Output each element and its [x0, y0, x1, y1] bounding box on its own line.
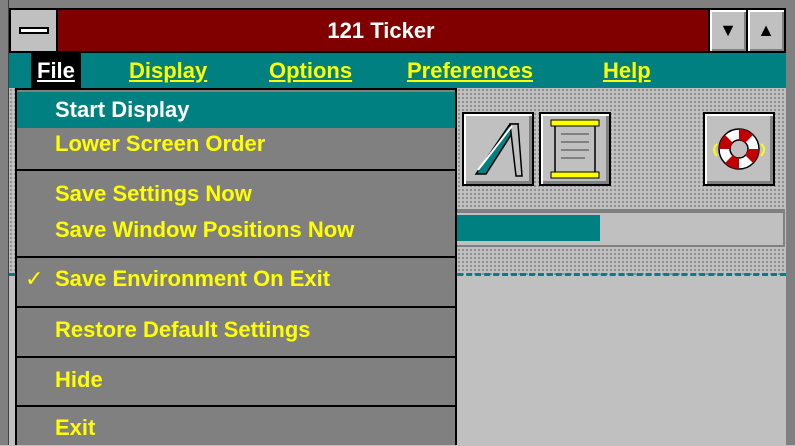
- menu-item-save-window-positions-now[interactable]: Save Window Positions Now: [17, 212, 455, 248]
- system-menu-button[interactable]: [11, 10, 58, 51]
- menu-separator: [17, 356, 455, 358]
- menu-item-exit[interactable]: Exit: [17, 410, 455, 446]
- menu-item-label: Save Environment On Exit: [55, 266, 331, 291]
- menu-separator: [17, 169, 455, 171]
- minimize-arrow-icon: ▼: [719, 20, 737, 40]
- window-frame-right[interactable]: [786, 0, 795, 445]
- file-menu-dropdown: Start Display Lower Screen Order Save Se…: [15, 88, 457, 445]
- window-frame-top: [0, 0, 795, 8]
- maximize-button[interactable]: ▲: [746, 10, 784, 51]
- menu-bar: File Display Options Preferences Help: [9, 53, 786, 88]
- system-menu-icon: [19, 27, 49, 34]
- scroll-button[interactable]: [539, 112, 611, 186]
- help-lifebuoy-button[interactable]: [703, 112, 775, 186]
- slide-icon: [474, 123, 523, 177]
- ticker-progress-bar: [449, 209, 785, 247]
- checkmark-icon: ✓: [25, 266, 44, 291]
- menu-help[interactable]: Help: [597, 53, 657, 88]
- menu-item-save-settings-now[interactable]: Save Settings Now: [17, 176, 455, 212]
- menu-item-start-display[interactable]: Start Display: [17, 92, 455, 128]
- menu-preferences[interactable]: Preferences: [401, 53, 539, 88]
- menu-file[interactable]: File: [31, 53, 81, 88]
- window-title: 121 Ticker: [327, 18, 435, 43]
- title-bar[interactable]: 121 Ticker ▼ ▲: [9, 8, 786, 53]
- scroll-icon: [550, 119, 600, 179]
- menu-item-lower-screen-order[interactable]: Lower Screen Order: [17, 126, 455, 162]
- menu-options[interactable]: Options: [263, 53, 358, 88]
- lifebuoy-icon: [713, 128, 765, 170]
- progress-fill: [451, 215, 600, 241]
- ticker-window: 121 Ticker ▼ ▲ File Display Options Pref…: [0, 0, 795, 445]
- menu-separator: [17, 306, 455, 308]
- menu-item-hide[interactable]: Hide: [17, 362, 455, 398]
- minimize-button[interactable]: ▼: [708, 10, 746, 51]
- menu-item-restore-default-settings[interactable]: Restore Default Settings: [17, 312, 455, 348]
- slide-button[interactable]: [462, 112, 534, 186]
- menu-separator: [17, 405, 455, 407]
- menu-item-save-environment-on-exit[interactable]: ✓ Save Environment On Exit: [17, 261, 455, 297]
- window-frame-left[interactable]: [0, 0, 9, 445]
- menu-display[interactable]: Display: [123, 53, 213, 88]
- menu-separator: [17, 256, 455, 258]
- maximize-arrow-icon: ▲: [757, 20, 775, 40]
